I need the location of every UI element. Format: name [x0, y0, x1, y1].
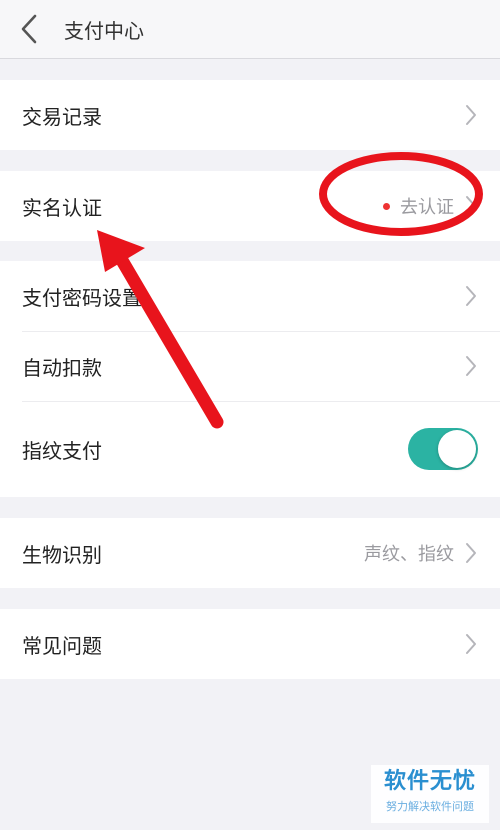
- chevron-left-icon: [21, 14, 37, 44]
- row-label: 交易记录: [22, 104, 102, 129]
- group-security: 支付密码设置 自动扣款 指纹支付: [0, 261, 500, 497]
- row-fingerprint-pay: 指纹支付: [0, 401, 500, 497]
- chevron-right-icon: [464, 633, 478, 655]
- row-auto-deduction[interactable]: 自动扣款: [0, 331, 500, 401]
- annotation-arrow: [97, 230, 224, 429]
- row-label: 常见问题: [22, 633, 102, 658]
- row-transaction-records[interactable]: 交易记录: [0, 80, 500, 150]
- chevron-right-icon: [464, 355, 478, 377]
- group-records: 交易记录: [0, 80, 500, 150]
- row-biometric[interactable]: 生物识别 声纹、指纹: [0, 518, 500, 588]
- row-label: 生物识别: [22, 542, 102, 567]
- biometric-value: 声纹、指纹: [364, 544, 454, 565]
- watermark-title: 软件无忧: [383, 769, 476, 794]
- chevron-right-icon: [464, 104, 478, 126]
- chevron-right-icon: [464, 285, 478, 307]
- chevron-right-icon: [464, 542, 478, 564]
- row-payment-password[interactable]: 支付密码设置: [0, 261, 500, 331]
- group-biometric: 生物识别 声纹、指纹: [0, 518, 500, 588]
- row-label: 指纹支付: [22, 438, 102, 463]
- nav-header: 支付中心: [0, 0, 500, 59]
- toggle-knob: [438, 430, 476, 468]
- page-title: 支付中心: [64, 18, 144, 43]
- back-button[interactable]: [0, 0, 58, 58]
- watermark-logo: 软件无忧 努力解决软件问题: [371, 765, 489, 823]
- annotation-ellipse: [319, 152, 483, 236]
- row-faq[interactable]: 常见问题: [0, 609, 500, 679]
- fingerprint-toggle[interactable]: [408, 428, 478, 470]
- group-faq: 常见问题: [0, 609, 500, 679]
- watermark-subtitle: 努力解决软件问题: [386, 800, 474, 813]
